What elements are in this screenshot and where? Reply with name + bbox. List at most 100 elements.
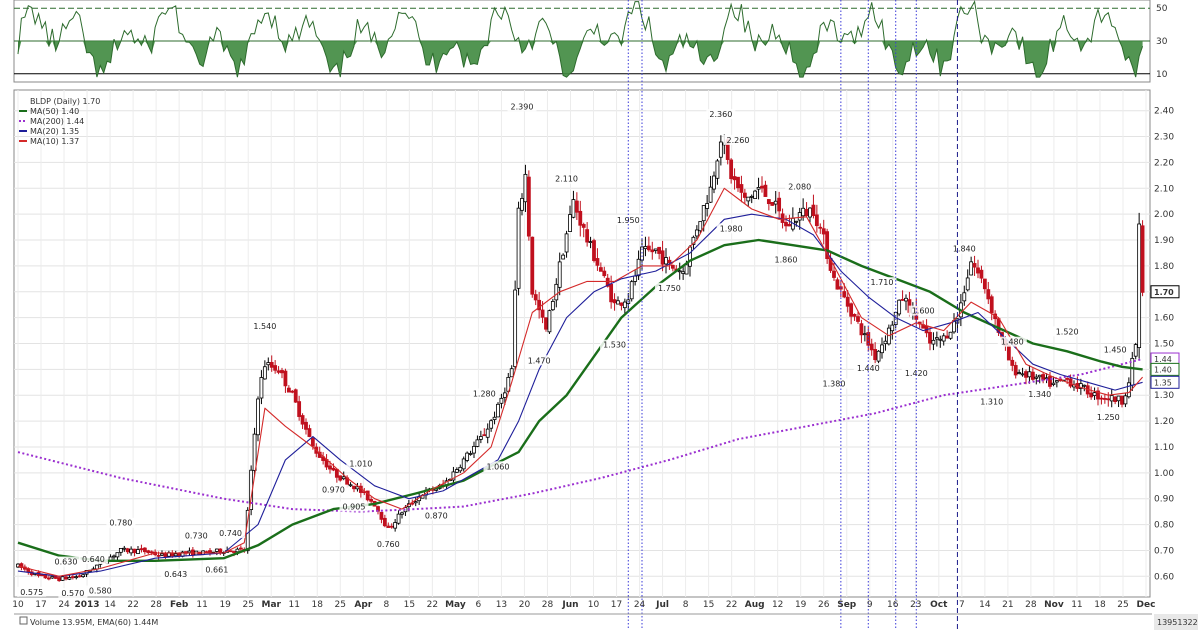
x-tick-label: 2013	[75, 600, 100, 610]
candle-down	[46, 577, 51, 580]
candle-down	[482, 434, 487, 437]
candle-up	[341, 476, 346, 480]
x-tick-label: Apr	[354, 600, 372, 610]
candle-up	[259, 377, 264, 399]
candle-down	[228, 550, 233, 553]
price-tag: 1.70	[1154, 288, 1174, 297]
candle-down	[328, 465, 332, 470]
candle-down	[821, 228, 826, 235]
price-annotation: 0.661	[205, 566, 228, 575]
candle-up	[633, 275, 638, 282]
candle-up	[616, 300, 620, 305]
candle-down	[53, 575, 58, 579]
candle-down	[1068, 378, 1073, 387]
candle-up	[554, 283, 559, 301]
candle-up	[643, 246, 648, 250]
candle-up	[136, 549, 140, 554]
price-annotation: 0.643	[164, 570, 187, 579]
x-tick-label: 28	[542, 600, 554, 610]
candle-up	[50, 576, 55, 579]
price-panel: 2.40 2.30 2.20 2.10 2.00 1.90 1.80 1.70 1.60 1.50…	[13, 0, 1180, 630]
candle-down	[1065, 378, 1070, 380]
candle-down	[928, 331, 932, 344]
candle-up	[465, 452, 470, 461]
candle-up	[74, 576, 79, 579]
candle-down	[592, 240, 596, 261]
candle-up	[904, 297, 908, 302]
candle-down	[842, 291, 847, 298]
candle-up	[931, 339, 936, 345]
candle-up	[756, 187, 761, 190]
candle-up	[934, 337, 939, 340]
candle-up	[348, 484, 353, 487]
candle-up	[81, 574, 86, 577]
x-tick-label: 8	[383, 600, 389, 610]
candle-up	[472, 445, 476, 454]
y-tick-label: 1.30	[1154, 391, 1174, 401]
x-tick-label: 28	[150, 600, 162, 610]
y-tick-label: 1.60	[1154, 314, 1174, 324]
price-tag: 1.35	[1154, 378, 1172, 387]
candle-up	[489, 420, 494, 429]
candle-down	[986, 289, 991, 300]
price-annotation: 1.530	[603, 341, 626, 350]
candle-up	[1020, 373, 1025, 376]
candle-down	[602, 270, 607, 277]
candle-up	[715, 160, 720, 179]
y-tick-label: 0.90	[1154, 495, 1174, 505]
candle-up	[396, 513, 401, 524]
price-annotation: 1.840	[953, 245, 976, 254]
candle-down	[382, 517, 387, 527]
candle-up	[1051, 382, 1056, 385]
rsi-tick-label: 10	[1156, 70, 1168, 80]
candle-down	[777, 197, 782, 212]
y-tick-label: 1.90	[1154, 236, 1174, 246]
candle-up	[568, 214, 572, 232]
price-annotation: 1.470	[528, 356, 551, 365]
candle-down	[900, 298, 905, 301]
candle-down	[770, 202, 775, 206]
candle-up	[941, 335, 946, 342]
x-tick-label: 20	[519, 600, 531, 610]
candle-down	[612, 299, 617, 304]
y-tick-label: 1.20	[1154, 417, 1174, 427]
candle-up	[718, 141, 723, 158]
candle-up	[256, 398, 260, 436]
price-annotation: 0.570	[61, 589, 84, 598]
x-tick-label: 21	[1002, 600, 1013, 610]
y-tick-label: 2.10	[1154, 184, 1174, 194]
candle-up	[1034, 376, 1039, 379]
candle-up	[749, 195, 754, 198]
candle-up	[564, 233, 569, 253]
candle-down	[732, 176, 737, 181]
price-annotation: 1.750	[658, 284, 681, 293]
x-tick-label: 15	[703, 600, 714, 610]
candle-up	[948, 331, 953, 339]
candle-down	[763, 184, 768, 197]
candle-up	[753, 190, 758, 200]
candle-up	[883, 340, 888, 345]
candle-down	[77, 575, 82, 578]
rsi-tick-label: 30	[1156, 37, 1168, 47]
candle-up	[664, 257, 668, 265]
candle-up	[1017, 372, 1022, 374]
price-annotation: 0.640	[82, 555, 105, 564]
candle-down	[945, 335, 950, 339]
candle-down	[269, 362, 274, 368]
price-annotation: 1.380	[823, 380, 846, 389]
candle-up	[1027, 371, 1032, 378]
price-annotation: 1.860	[775, 255, 798, 264]
candle-up	[808, 207, 812, 218]
candle-down	[1010, 359, 1015, 366]
candle-up	[688, 246, 692, 267]
candle-down	[1024, 371, 1028, 378]
y-tick-label: 2.40	[1154, 107, 1174, 117]
price-annotation: 1.340	[1028, 390, 1051, 399]
candle-up	[520, 198, 524, 211]
price-annotation: 0.905	[343, 502, 366, 511]
candle-down	[1106, 398, 1111, 401]
candle-down	[149, 551, 154, 554]
x-tick-label: 25	[335, 600, 346, 610]
x-tick-label: 19	[219, 600, 231, 610]
candle-up	[513, 289, 518, 368]
